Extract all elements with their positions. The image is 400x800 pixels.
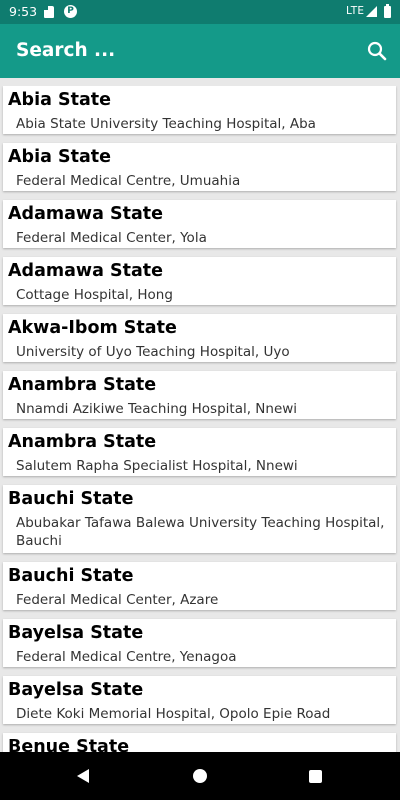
list-item[interactable]: Akwa-Ibom State University of Uyo Teachin… bbox=[3, 314, 396, 362]
search-icon[interactable] bbox=[364, 38, 390, 64]
state-name: Bayelsa State bbox=[8, 623, 144, 643]
list-item[interactable]: Bayelsa State Diete Koki Memorial Hospita… bbox=[3, 676, 396, 724]
list-item[interactable]: Abia State Federal Medical Centre, Umuahi… bbox=[3, 143, 396, 191]
hospital-name: Nnamdi Azikiwe Teaching Hospital, Nnewi bbox=[16, 401, 298, 417]
state-name: Abia State bbox=[8, 90, 111, 110]
battery-icon bbox=[384, 4, 391, 18]
list-item[interactable]: Abia State Abia State University Teaching… bbox=[3, 86, 396, 134]
network-type: LTE bbox=[346, 5, 365, 17]
state-name: Anambra State bbox=[8, 432, 157, 452]
hospital-name: Abia State University Teaching Hospital,… bbox=[16, 116, 316, 132]
sd-card-icon bbox=[44, 6, 54, 18]
home-icon[interactable] bbox=[193, 769, 207, 783]
state-name: Akwa-Ibom State bbox=[8, 318, 177, 338]
hospital-name: Federal Medical Center, Azare bbox=[16, 592, 219, 608]
hospital-name: Cottage Hospital, Hong bbox=[16, 287, 173, 303]
list-item[interactable]: Bayelsa State Federal Medical Centre, Yen… bbox=[3, 619, 396, 667]
state-name: Anambra State bbox=[8, 375, 157, 395]
app-bar: Search ... bbox=[0, 24, 400, 78]
hospital-name: Federal Medical Centre, Yenagoa bbox=[16, 649, 237, 665]
status-bar: 9:53 P LTE bbox=[0, 0, 400, 24]
state-name: Abia State bbox=[8, 147, 111, 167]
hospital-name: University of Uyo Teaching Hospital, Uyo bbox=[16, 344, 290, 360]
hospital-name: Diete Koki Memorial Hospital, Opolo Epie… bbox=[16, 706, 331, 722]
state-name: Bauchi State bbox=[8, 489, 134, 509]
list-item[interactable]: Bauchi State Abubakar Tafawa Balewa Unive… bbox=[3, 485, 396, 553]
state-name: Bauchi State bbox=[8, 566, 134, 586]
hospital-name: Salutem Rapha Specialist Hospital, Nnewi bbox=[16, 458, 298, 474]
list-item[interactable]: Anambra State Salutem Rapha Specialist Ho… bbox=[3, 428, 396, 476]
recents-icon[interactable] bbox=[309, 770, 322, 783]
hospital-list[interactable]: Abia State Abia State University Teaching… bbox=[0, 86, 400, 752]
list-item[interactable]: Anambra State Nnamdi Azikiwe Teaching Hos… bbox=[3, 371, 396, 419]
hospital-name: Federal Medical Centre, Umuahia bbox=[16, 173, 241, 189]
hospital-name: Federal Medical Center, Yola bbox=[16, 230, 207, 246]
list-item[interactable]: Bauchi State Federal Medical Center, Azar… bbox=[3, 562, 396, 610]
list-item[interactable]: Adamawa State Federal Medical Center, Yol… bbox=[3, 200, 396, 248]
list-item[interactable]: Adamawa State Cottage Hospital, Hong bbox=[3, 257, 396, 305]
search-input[interactable]: Search ... bbox=[16, 40, 115, 61]
navigation-bar bbox=[0, 752, 400, 800]
state-name: Adamawa State bbox=[8, 204, 164, 224]
state-name: Adamawa State bbox=[8, 261, 164, 281]
state-name: Bayelsa State bbox=[8, 680, 144, 700]
list-item[interactable]: Benue State bbox=[3, 733, 396, 752]
back-icon[interactable] bbox=[77, 769, 89, 783]
p-notification-icon: P bbox=[64, 5, 77, 18]
status-time: 9:53 bbox=[9, 4, 38, 19]
state-name: Benue State bbox=[8, 737, 130, 752]
hospital-name: Abubakar Tafawa Balewa University Teachi… bbox=[16, 515, 385, 549]
signal-icon bbox=[366, 6, 377, 17]
